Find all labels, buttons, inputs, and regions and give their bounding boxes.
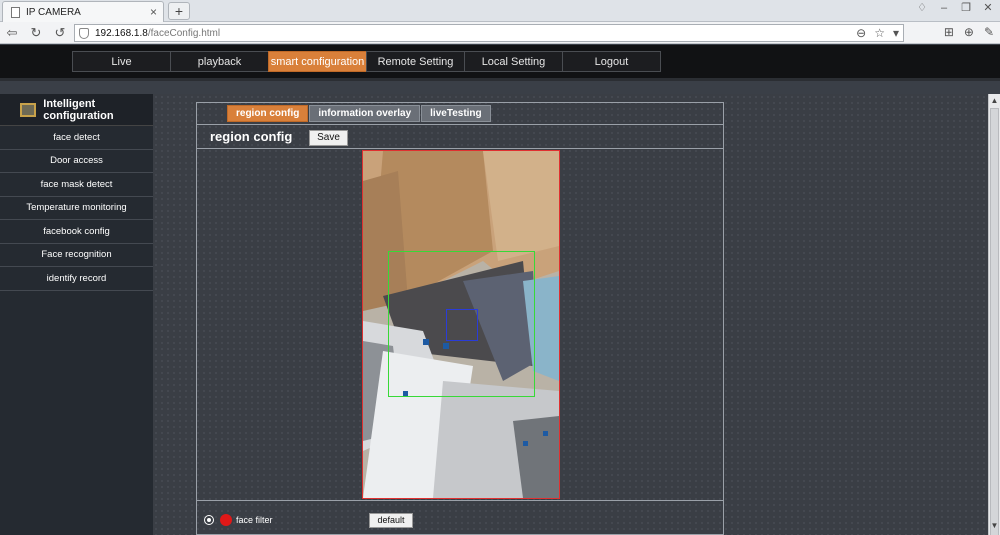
scrollbar-thumb[interactable] xyxy=(990,108,999,535)
monitor-icon xyxy=(20,102,37,117)
new-tab-button[interactable]: + xyxy=(168,2,190,20)
shirt-icon[interactable]: ♢ xyxy=(914,1,930,15)
timestamp-overlay xyxy=(363,151,559,155)
divider xyxy=(197,124,723,125)
restore-icon[interactable]: ❐ xyxy=(958,1,974,15)
dropdown-icon[interactable]: ▾ xyxy=(893,26,899,40)
page-icon xyxy=(11,6,20,18)
browser-tab-bar: IP CAMERA × + ♢ – ❐ ✕ xyxy=(0,0,1000,22)
url-host: 192.168.1.8 xyxy=(95,27,148,39)
scroll-down-icon[interactable]: ▼ xyxy=(989,520,1000,532)
address-bar[interactable]: 192.168.1.8/faceConfig.html ⊖ ☆ ▾ xyxy=(74,24,904,42)
scroll-up-icon[interactable]: ▲ xyxy=(989,95,1000,107)
divider xyxy=(197,148,723,149)
globe-icon[interactable]: ⊕ xyxy=(964,25,974,39)
sidebar-item-facebook-config[interactable]: facebook config xyxy=(0,220,153,244)
url-path: /faceConfig.html xyxy=(147,27,221,39)
star-icon[interactable]: ☆ xyxy=(874,26,885,40)
page-scrollbar[interactable]: ▲ ▼ xyxy=(988,94,1000,535)
browser-tab[interactable]: IP CAMERA × xyxy=(2,1,164,22)
window-controls: ♢ – ❐ ✕ xyxy=(914,1,996,15)
divider xyxy=(197,500,723,501)
main-menu: Live playback smart configuration Remote… xyxy=(72,51,661,72)
sidebar-item-temperature-monitoring[interactable]: Temperature monitoring xyxy=(0,197,153,220)
save-button[interactable]: Save xyxy=(309,130,348,146)
page-title: region config xyxy=(210,129,293,144)
face-filter-label: face filter xyxy=(236,515,273,525)
home-icon[interactable]: ↺ xyxy=(52,25,68,41)
menu-smart-configuration[interactable]: smart configuration xyxy=(268,51,367,72)
browser-tools: ⊞ ⊕ ✎ xyxy=(944,25,994,39)
sidebar-header: Intelligent configuration xyxy=(0,94,153,126)
sidebar-item-door-access[interactable]: Door access xyxy=(0,150,153,173)
tab-title: IP CAMERA xyxy=(26,6,81,18)
back-icon[interactable]: ⇦ xyxy=(4,25,20,41)
browser-nav-bar: ⇦ ↻ ↺ 192.168.1.8/faceConfig.html ⊖ ☆ ▾ … xyxy=(0,22,1000,44)
minimize-icon[interactable]: – xyxy=(936,1,952,15)
close-window-icon[interactable]: ✕ xyxy=(980,1,996,15)
sidebar-item-face-mask-detect[interactable]: face mask detect xyxy=(0,173,153,197)
tab-information-overlay[interactable]: information overlay xyxy=(309,105,421,122)
sidebar: Intelligent configuration face detect Do… xyxy=(0,94,153,535)
close-tab-icon[interactable]: × xyxy=(150,5,157,19)
app-header: Live playback smart configuration Remote… xyxy=(0,45,1000,81)
menu-playback[interactable]: playback xyxy=(170,51,269,72)
wrench-icon[interactable]: ✎ xyxy=(984,25,994,39)
config-tabs: region config information overlay liveTe… xyxy=(227,105,492,122)
sidebar-item-face-detect[interactable]: face detect xyxy=(0,126,153,150)
reload-icon[interactable]: ↻ xyxy=(28,25,44,41)
sidebar-item-identify-record[interactable]: identify record xyxy=(0,267,153,291)
sidebar-item-face-recognition[interactable]: Face recognition xyxy=(0,244,153,267)
menu-live[interactable]: Live xyxy=(72,51,171,72)
menu-logout[interactable]: Logout xyxy=(562,51,661,72)
default-button[interactable]: default xyxy=(369,513,413,528)
compat-icon[interactable]: ⊖ xyxy=(856,26,866,40)
menu-local-setting[interactable]: Local Setting xyxy=(464,51,563,72)
tab-region-config[interactable]: region config xyxy=(227,105,309,122)
face-box xyxy=(446,309,478,341)
filter-color-dot xyxy=(220,514,232,526)
grid-icon[interactable]: ⊞ xyxy=(944,25,954,39)
face-filter-row: face filter xyxy=(204,514,273,526)
video-preview[interactable] xyxy=(362,150,560,499)
face-filter-radio[interactable] xyxy=(204,515,214,525)
shield-icon xyxy=(79,27,89,39)
menu-remote-setting[interactable]: Remote Setting xyxy=(366,51,465,72)
sidebar-title: Intelligent configuration xyxy=(43,97,114,122)
tab-live-testing[interactable]: liveTesting xyxy=(421,105,491,122)
